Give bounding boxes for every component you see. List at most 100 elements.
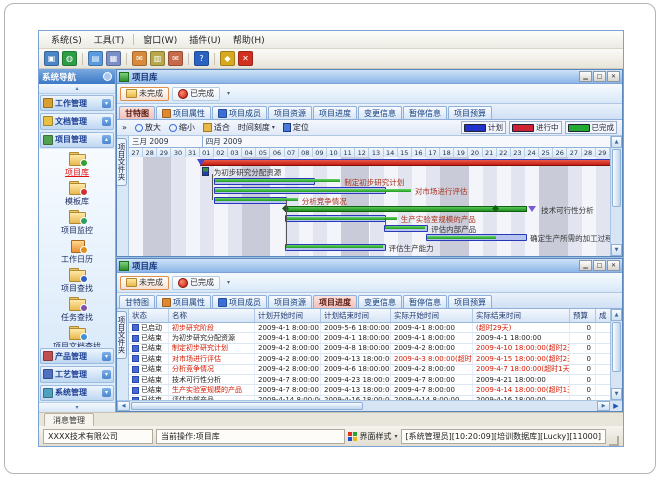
- table-row[interactable]: 已结束为初步研究分配资源2009-4-1 8:00:002009-4-1 18:…: [129, 333, 610, 343]
- tab-1[interactable]: 项目属性: [156, 106, 211, 119]
- maximize-button[interactable]: □: [593, 260, 606, 271]
- gantt-toolbar-locate-button[interactable]: 定位: [281, 122, 311, 133]
- gantt-toolbar-zoom-in-button[interactable]: 放大: [133, 122, 163, 133]
- tab-6[interactable]: 暂停信息: [403, 295, 447, 308]
- scroll-up-icon[interactable]: ▲: [611, 136, 622, 148]
- sidebar-section-1[interactable]: 文档管理▾: [40, 113, 114, 129]
- chevron-down-icon[interactable]: ▾: [102, 370, 111, 379]
- table-row[interactable]: 已结束制定初步研究计划2009-4-2 8:00:002009-4-8 18:0…: [129, 344, 610, 354]
- pin-icon[interactable]: [103, 72, 112, 81]
- table-row[interactable]: 已结束生产实验室规模的产品2009-4-7 8:00:002009-4-13 1…: [129, 385, 610, 395]
- message-manager-tab[interactable]: 消息管理: [44, 413, 94, 426]
- scrollbar-thumb[interactable]: [612, 149, 621, 207]
- menu-item-0[interactable]: 系统(S): [45, 32, 88, 47]
- tab-3[interactable]: 项目资源: [268, 295, 312, 308]
- resize-grip[interactable]: [609, 436, 619, 446]
- scroll-left-icon[interactable]: ◀: [117, 401, 130, 411]
- sidebar-section-0[interactable]: 工作管理▾: [40, 95, 114, 111]
- filter-more-button[interactable]: ▾: [227, 90, 230, 97]
- table-row[interactable]: 已启动初步研究阶段2009-4-1 8:00:002009-5-6 18:00:…: [129, 323, 610, 333]
- menu-item-3[interactable]: 插件(U): [183, 32, 227, 47]
- tab-0[interactable]: 甘特图: [119, 106, 155, 119]
- report-icon[interactable]: ▥: [150, 51, 165, 66]
- chevron-down-icon[interactable]: ▾: [102, 117, 111, 126]
- tab-4[interactable]: 项目进度: [313, 295, 357, 308]
- column-header-0[interactable]: 状态: [129, 309, 169, 322]
- column-header-5[interactable]: 实际结束时间: [473, 309, 570, 322]
- sidebar-section-2[interactable]: 项目管理▴: [40, 132, 114, 148]
- exit-icon[interactable]: ✕: [238, 51, 253, 66]
- minimize-button[interactable]: ▁: [579, 260, 592, 271]
- tab-6[interactable]: 暂停信息: [403, 106, 447, 119]
- table-row[interactable]: 已结束对市场进行评估2009-4-2 8:00:002009-4-13 18:0…: [129, 354, 610, 364]
- menu-item-1[interactable]: 工具(T): [88, 32, 131, 47]
- menu-item-4[interactable]: 帮助(H): [227, 32, 271, 47]
- scrollbar-thumb[interactable]: [612, 322, 621, 372]
- interface-style-label[interactable]: 界面样式: [360, 431, 392, 442]
- filter-tab-0[interactable]: 未完成: [120, 87, 169, 101]
- scrollbar-thumb[interactable]: [131, 402, 363, 410]
- table-window-titlebar[interactable]: 项目库 ▁ □ ✕: [117, 259, 622, 273]
- column-header-2[interactable]: 计划开始时间: [255, 309, 321, 322]
- tab-2[interactable]: 项目成员: [212, 295, 267, 308]
- maximize-button[interactable]: □: [593, 71, 606, 82]
- tab-4[interactable]: 项目进度: [313, 106, 357, 119]
- gantt-toolbar-fit-button[interactable]: 适合: [201, 122, 232, 133]
- column-header-6[interactable]: 预算: [570, 309, 596, 322]
- sidebar-item-2[interactable]: 项目监控: [61, 210, 93, 236]
- chevron-down-icon[interactable]: ▾: [102, 352, 111, 361]
- menu-item-2[interactable]: 窗口(W): [137, 32, 183, 47]
- table-row[interactable]: 已结束分析竞争情况2009-4-2 8:00:002009-4-6 18:00:…: [129, 365, 610, 375]
- chevron-down-icon[interactable]: ▾: [102, 388, 111, 397]
- sidebar-item-3[interactable]: 工作日历: [61, 239, 93, 265]
- tab-5[interactable]: 变更信息: [358, 106, 402, 119]
- milestone-icon[interactable]: [202, 167, 209, 176]
- close-button[interactable]: ✕: [607, 71, 620, 82]
- gantt-toolbar-timescale-button[interactable]: 时间刻度▾: [236, 122, 277, 133]
- workspace-icon[interactable]: ▣: [44, 51, 59, 66]
- message-icon[interactable]: ✉: [168, 51, 183, 66]
- table-row[interactable]: 已结束技术可行性分析2009-4-7 8:00:002009-4-23 18:0…: [129, 375, 610, 385]
- project-folder-strip-tab[interactable]: 项目文件夹: [117, 311, 127, 359]
- sidebar-overflow-button[interactable]: ▾: [39, 402, 115, 412]
- open-folder-icon[interactable]: ▤: [88, 51, 103, 66]
- tab-1[interactable]: 项目属性: [156, 295, 211, 308]
- sidebar-item-1[interactable]: 模板库: [65, 181, 89, 207]
- scroll-down-icon[interactable]: ▼: [611, 388, 622, 400]
- tab-0[interactable]: 甘特图: [119, 295, 155, 308]
- gantt-project-bar[interactable]: [200, 159, 610, 166]
- minimize-button[interactable]: ▁: [579, 71, 592, 82]
- sidebar-section-4[interactable]: 工艺管理▾: [40, 366, 114, 382]
- filter-more-button[interactable]: ▾: [227, 279, 230, 286]
- more-columns-icon[interactable]: ▶: [610, 401, 622, 411]
- chevron-up-icon[interactable]: ▴: [102, 135, 111, 144]
- tab-5[interactable]: 变更信息: [358, 295, 402, 308]
- sidebar-item-6[interactable]: 项目文档查找: [53, 326, 101, 347]
- close-button[interactable]: ✕: [607, 260, 620, 271]
- column-header-1[interactable]: 名称: [169, 309, 255, 322]
- tab-7[interactable]: 项目预算: [448, 106, 492, 119]
- sidebar-collapse-button[interactable]: ▴: [39, 84, 115, 94]
- sidebar-section-5[interactable]: 系统管理▾: [40, 385, 114, 401]
- tab-7[interactable]: 项目预算: [448, 295, 492, 308]
- globe-icon[interactable]: ◍: [62, 51, 77, 66]
- chevron-down-icon[interactable]: ▾: [395, 433, 398, 440]
- mail-icon[interactable]: ✉: [132, 51, 147, 66]
- scroll-right-icon[interactable]: ▶: [597, 401, 610, 411]
- lock-icon[interactable]: ◆: [220, 51, 235, 66]
- gantt-vertical-scrollbar[interactable]: ▲ ▼: [610, 136, 622, 256]
- filter-tab-0[interactable]: 未完成: [120, 276, 169, 290]
- gantt-window-titlebar[interactable]: 项目库 ▁ □ ✕: [117, 70, 622, 84]
- sidebar-section-3[interactable]: 产品管理▾: [40, 348, 114, 364]
- scroll-down-icon[interactable]: ▼: [611, 244, 622, 256]
- gantt-chart[interactable]: 三月 2009四月 2009 2728293031010203040506070…: [129, 136, 610, 256]
- tab-3[interactable]: 项目资源: [268, 106, 312, 119]
- save-icon[interactable]: ▦: [106, 51, 121, 66]
- table-horizontal-scrollbar[interactable]: ◀ ▶ ▶: [117, 400, 622, 411]
- filter-tab-1[interactable]: 已完成: [172, 276, 220, 290]
- sidebar-item-4[interactable]: 项目查找: [61, 268, 93, 294]
- column-header-4[interactable]: 实际开始时间: [391, 309, 473, 322]
- sidebar-item-5[interactable]: 任务查找: [61, 297, 93, 323]
- gantt-toolbar-zoom-out-button[interactable]: 缩小: [167, 122, 197, 133]
- scroll-up-icon[interactable]: ▲: [611, 309, 622, 321]
